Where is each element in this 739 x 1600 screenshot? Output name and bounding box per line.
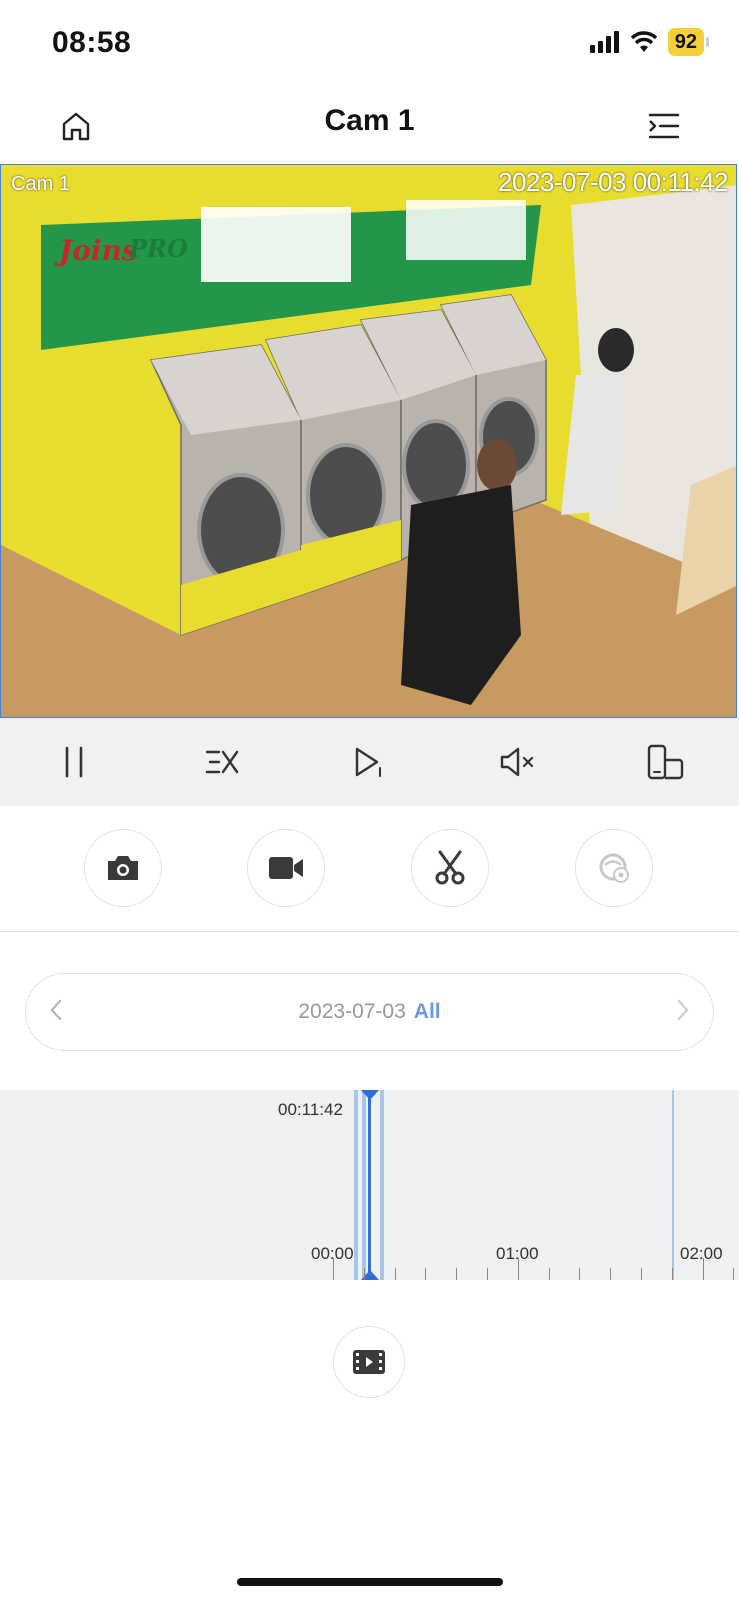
rotate-landscape-icon bbox=[647, 744, 684, 780]
timeline-tick bbox=[641, 1268, 642, 1280]
recording-segment[interactable] bbox=[672, 1090, 674, 1280]
camera-scene-image: Joins PRO bbox=[1, 165, 736, 717]
chevron-right-icon bbox=[677, 999, 689, 1021]
timeline-tick bbox=[395, 1268, 396, 1280]
menu-button[interactable] bbox=[642, 104, 686, 148]
face-eye-icon bbox=[599, 853, 629, 883]
next-day-button[interactable] bbox=[675, 998, 691, 1029]
camera-video-feed[interactable]: Joins PRO Cam 1 2023-07-03 00:11:42 bbox=[0, 164, 737, 718]
battery-nub bbox=[706, 37, 709, 47]
timeline-current-time: 00:11:42 bbox=[278, 1100, 343, 1119]
svg-text:Joins: Joins bbox=[54, 234, 138, 267]
cellular-signal-icon bbox=[589, 31, 619, 53]
timeline-tick bbox=[610, 1268, 611, 1280]
recording-segment[interactable] bbox=[380, 1090, 384, 1280]
status-time: 08:58 bbox=[52, 26, 132, 59]
timeline-tick bbox=[487, 1268, 488, 1280]
status-icons: 92 bbox=[589, 28, 709, 56]
snapshot-button[interactable] bbox=[84, 829, 162, 907]
playback-list-button[interactable] bbox=[333, 1326, 405, 1398]
collapse-menu-icon bbox=[648, 113, 680, 139]
timeline-tick bbox=[518, 1258, 519, 1280]
film-strip-icon bbox=[353, 1350, 385, 1374]
playback-controls bbox=[0, 718, 739, 806]
playhead-top-marker-icon bbox=[361, 1090, 379, 1100]
mute-button[interactable] bbox=[487, 732, 547, 792]
play-frame-icon bbox=[356, 747, 382, 777]
video-timestamp: 2023-07-03 00:11:42 bbox=[498, 167, 729, 197]
pause-icon bbox=[65, 746, 83, 778]
section-divider bbox=[0, 931, 739, 932]
pause-button[interactable] bbox=[44, 732, 104, 792]
date-selector: 2023-07-03 All bbox=[25, 973, 714, 1051]
timeline-tick bbox=[425, 1268, 426, 1280]
clip-button[interactable] bbox=[411, 829, 489, 907]
selected-date[interactable]: 2023-07-03 bbox=[298, 1000, 405, 1023]
battery-level: 92 bbox=[667, 28, 704, 56]
timeline-tick bbox=[733, 1268, 734, 1280]
page-title: Cam 1 bbox=[324, 104, 415, 137]
camera-label: Cam 1 bbox=[11, 173, 70, 195]
camera-icon bbox=[108, 856, 138, 880]
privacy-view-button[interactable] bbox=[575, 829, 653, 907]
speed-multiplier-icon bbox=[205, 750, 238, 774]
timeline-tick bbox=[672, 1268, 673, 1280]
recording-segment[interactable] bbox=[362, 1090, 366, 1280]
timeline-tick bbox=[364, 1268, 365, 1280]
fullscreen-rotate-button[interactable] bbox=[635, 732, 695, 792]
speaker-muted-icon bbox=[501, 747, 534, 777]
recording-timeline[interactable]: 00:11:42 00:00 01:00 02:00 bbox=[0, 1090, 739, 1280]
date-label[interactable]: 2023-07-03 All bbox=[26, 1000, 713, 1024]
timeline-tick bbox=[456, 1268, 457, 1280]
svg-text:PRO: PRO bbox=[128, 234, 188, 263]
scissors-icon bbox=[435, 850, 465, 885]
timeline-tick bbox=[333, 1258, 334, 1280]
home-indicator bbox=[237, 1578, 503, 1586]
timeline-tick bbox=[703, 1258, 704, 1280]
timeline-tick bbox=[549, 1268, 550, 1280]
timeline-tick bbox=[579, 1268, 580, 1280]
recording-segment[interactable] bbox=[354, 1090, 358, 1280]
frame-step-button[interactable] bbox=[339, 732, 399, 792]
playhead-bottom-marker-icon bbox=[361, 1270, 379, 1280]
record-button[interactable] bbox=[247, 829, 325, 907]
playback-speed-button[interactable] bbox=[192, 732, 252, 792]
filter-all-button[interactable]: All bbox=[414, 1000, 441, 1023]
video-camera-icon bbox=[269, 857, 303, 879]
timeline-playhead[interactable] bbox=[368, 1090, 371, 1280]
tick-label: 02:00 bbox=[680, 1244, 723, 1263]
wifi-icon bbox=[630, 31, 657, 52]
